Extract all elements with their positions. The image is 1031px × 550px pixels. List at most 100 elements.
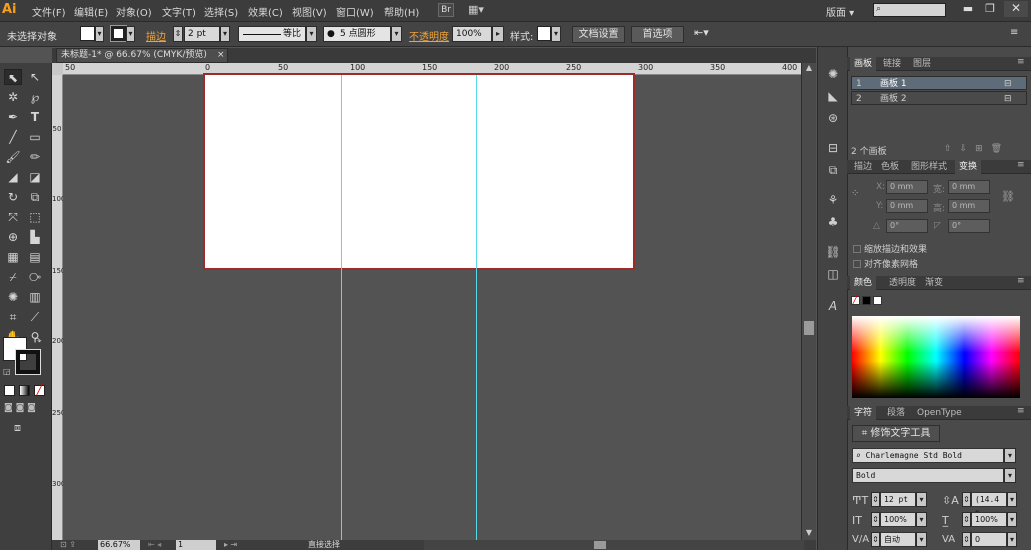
scroll-thumb[interactable] [804,321,814,335]
artboard-tool-icon[interactable]: ⌗ [4,309,22,325]
opacity-label[interactable]: 不透明度 [409,28,449,43]
pen-tool-icon[interactable]: ✒ [4,109,22,125]
stroke-weight-field[interactable]: 2 pt [184,26,220,42]
arrange-documents-icon[interactable]: ▦▾ [468,3,490,17]
artboard-number-field[interactable]: 1 [176,540,216,550]
perspective-grid-tool-icon[interactable]: ▙ [26,229,44,245]
horizontal-scale-stepper[interactable]: ⇕ [962,512,971,527]
gradient-mode-icon[interactable] [19,385,30,396]
artboard-footer-icons[interactable]: ⇧⇩⊞🗑 [944,144,1010,154]
kerning-stepper[interactable]: ⇕ [871,532,880,547]
kerning-dropdown[interactable]: ▾ [916,532,927,547]
fill-dropdown-icon[interactable]: ▾ [95,26,104,42]
tab-layers[interactable]: 图层 [909,57,935,71]
tab-opentype[interactable]: OpenType [913,406,966,420]
color-mode-icon[interactable] [4,385,15,396]
symbols-icon[interactable]: ♣ [822,213,844,231]
free-transform-tool-icon[interactable]: ⬚ [26,209,44,225]
menu-type[interactable]: 文字(T) [162,4,196,19]
stroke-profile[interactable]: 等比 [238,26,306,42]
reference-point-icon[interactable]: ⁘ [851,188,867,204]
align-pixel-checkbox[interactable] [853,260,861,268]
leading-stepper[interactable]: ⇕ [962,492,971,507]
horizontal-scrollbar[interactable] [424,540,804,550]
line-tool-icon[interactable]: ╱ [4,129,22,145]
artboard-options-icon[interactable]: ⊟ [1004,77,1012,91]
stroke-dropdown-icon[interactable]: ▾ [126,26,135,42]
height-field[interactable]: 0 mm [948,199,990,213]
links-icon[interactable]: ⛓ [822,243,844,261]
align-icon[interactable]: ⊟ [822,139,844,157]
brushes-icon[interactable]: ⊛ [822,109,844,127]
guide-line[interactable] [476,75,477,540]
horizontal-scale-field[interactable]: 100% [971,512,1007,527]
vertical-scale-stepper[interactable]: ⇕ [871,512,880,527]
panel-menu-icon[interactable]: ≡ [1017,406,1025,416]
minimize-icon[interactable]: ▬ [958,2,978,16]
stroke-weight-dropdown[interactable]: ▾ [220,26,230,42]
type-tool-icon[interactable]: T [26,109,44,125]
document-tab[interactable]: 未标题-1* @ 66.67% (CMYK/预览) × [56,48,228,63]
preferences-button[interactable]: 首选项 [631,26,684,43]
leading-field[interactable]: (14.4 p [971,492,1007,517]
horizontal-scroll-thumb[interactable] [594,541,606,549]
blob-brush-tool-icon[interactable]: ◢ [4,169,22,185]
fill-swatch[interactable] [80,26,95,41]
none-mode-icon[interactable]: ╱ [34,385,45,396]
swap-colors-icon[interactable]: ↷ [34,337,42,347]
horizontal-scale-dropdown[interactable]: ▾ [1007,512,1017,527]
close-tab-icon[interactable]: × [217,49,225,62]
scroll-down-icon[interactable]: ▼ [804,528,814,538]
panel-menu-icon[interactable]: ≡ [1017,276,1025,286]
angle-field[interactable]: 0° [886,219,928,233]
guide-line[interactable] [341,75,342,540]
stroke-label[interactable]: 描边 [146,28,166,43]
rectangle-tool-icon[interactable]: ▭ [26,129,44,145]
menu-file[interactable]: 文件(F) [32,4,66,19]
color-guide-icon[interactable]: ✺ [822,65,844,83]
scroll-up-icon[interactable]: ▲ [804,63,814,73]
zoom-field[interactable]: 66.67% [98,540,140,550]
font-size-field[interactable]: 12 pt [880,492,916,507]
opacity-field[interactable]: 100% [452,26,492,42]
touch-type-tool-button[interactable]: ⌗ 修饰文字工具 [852,425,940,442]
none-swatch[interactable]: ╱ [851,296,860,305]
kerning-field[interactable]: 自动 [880,532,916,547]
tab-stroke[interactable]: 描边 [850,160,876,174]
stroke-profile-dropdown[interactable]: ▾ [306,26,317,42]
tab-paragraph[interactable]: 段落 [883,406,909,420]
blend-tool-icon[interactable]: ⧂ [26,269,44,285]
horizontal-ruler[interactable]: 50 0 50 100 150 200 250 300 350 400 [63,63,801,75]
tab-gradient[interactable]: 渐变 [921,276,947,290]
y-field[interactable]: 0 mm [886,199,928,213]
vertical-scrollbar[interactable]: ▲ ▼ [801,63,816,540]
shape-builder-tool-icon[interactable]: ⊕ [4,229,22,245]
artboard-nav-next-icon[interactable]: ▸ ⇥ [224,540,237,549]
stroke-color-swatch[interactable] [15,349,41,375]
font-family-field[interactable]: ⌕ Charlemagne Std Bold [852,448,1004,463]
shear-field[interactable]: 0° [948,219,990,233]
document-setup-button[interactable]: 文档设置 [572,26,625,43]
tab-swatches[interactable]: 色板 [877,160,903,174]
panel-menu-icon[interactable]: ≡ [1017,160,1025,170]
workspace-switcher[interactable]: 版面 ▾ [826,4,854,19]
stroke-stepper[interactable]: ⇕ [173,26,183,42]
tab-color[interactable]: 颜色 [850,276,877,290]
graphic-styles-icon[interactable]: ⚘ [822,191,844,209]
scale-strokes-checkbox[interactable] [853,245,861,253]
black-swatch[interactable] [862,296,871,305]
brush-dropdown[interactable]: ▾ [391,26,402,42]
default-colors-icon[interactable]: ◲ [3,367,11,376]
lasso-tool-icon[interactable]: ℘ [26,89,44,105]
rotate-tool-icon[interactable]: ↻ [4,189,22,205]
arrange-icon[interactable]: ⇤▾ [694,26,716,41]
brush-definition[interactable]: ● 5 点圆形 [323,26,391,42]
gradient-tool-icon[interactable]: ▤ [26,249,44,265]
font-size-dropdown[interactable]: ▾ [916,492,927,507]
width-field[interactable]: 0 mm [948,180,990,194]
layers-icon[interactable]: ◫ [822,265,844,283]
tracking-dropdown[interactable]: ▾ [1007,532,1017,547]
search-input[interactable]: ⌕ [873,3,946,17]
font-family-dropdown[interactable]: ▾ [1004,448,1016,463]
font-style-dropdown[interactable]: ▾ [1004,468,1016,483]
